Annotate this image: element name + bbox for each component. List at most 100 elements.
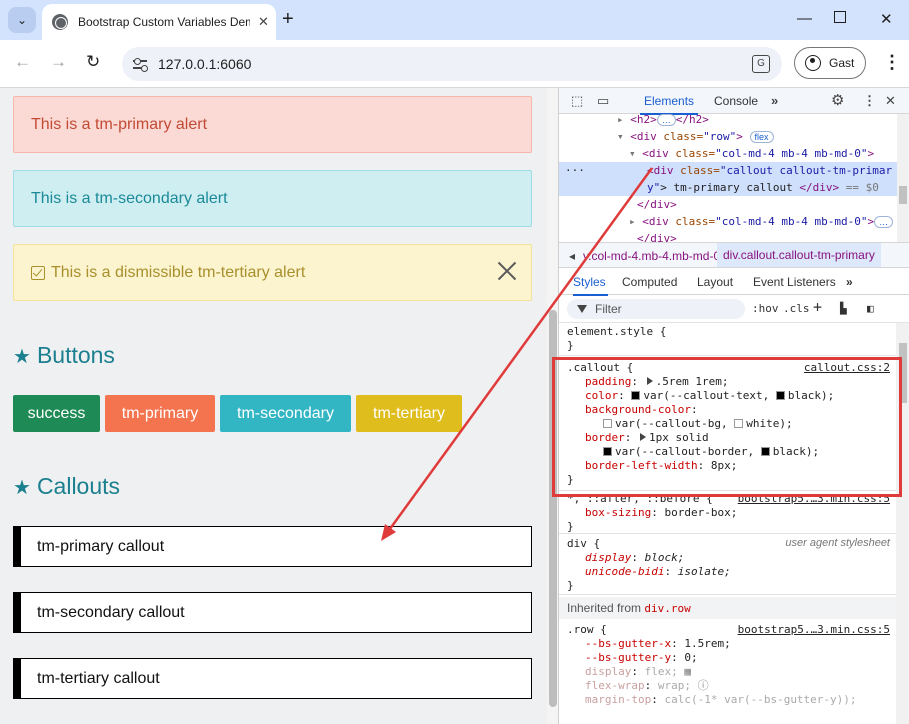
translate-icon[interactable]: G	[752, 55, 770, 73]
rule-callout: .callout { callout.css:2 padding: .5rem …	[559, 357, 896, 491]
styles-filter-input[interactable]: Filter	[567, 299, 745, 319]
site-info-icon[interactable]	[131, 56, 149, 72]
styles-filter-bar: Filter :hov .cls + ▙ ◧	[559, 295, 909, 323]
breadcrumb-item-col[interactable]: v.col-md-4.mb-4.mb-md-0	[583, 249, 720, 263]
flex-badge[interactable]: flex	[749, 131, 774, 143]
styles-pane: element.style { } .callout { callout.css…	[559, 323, 896, 724]
tm-tertiary-button[interactable]: tm-tertiary	[356, 395, 462, 432]
color-swatch[interactable]	[603, 419, 612, 428]
success-button[interactable]: success	[13, 395, 100, 432]
star-icon: ★	[13, 346, 31, 368]
dom-ellipsis[interactable]: ···	[565, 162, 585, 179]
maximize-icon[interactable]	[834, 11, 846, 23]
devtools-toolbar: ⬚ ▭ Elements Console » ⚙ ⋮ ✕	[559, 88, 909, 115]
more-tabs-icon[interactable]: »	[771, 93, 778, 108]
more-subtabs-icon[interactable]: »	[846, 275, 853, 289]
breadcrumb-scroll-left-icon[interactable]: ◂	[569, 249, 575, 263]
alert-tm-primary: This is a tm-primary alert	[13, 96, 532, 153]
rule-element-style: element.style { }	[559, 323, 896, 356]
flexbox-editor-icon[interactable]: ▦	[684, 665, 691, 678]
paint-brush-icon[interactable]: ▙	[840, 302, 847, 315]
tab-computed[interactable]: Computed	[622, 275, 677, 289]
tab-layout[interactable]: Layout	[697, 275, 733, 289]
window-close-icon[interactable]: ✕	[880, 10, 893, 28]
minimize-icon[interactable]: —	[797, 10, 812, 27]
rule-universal: *, ::after, ::before { bootstrap5.…3.min…	[559, 492, 896, 534]
tm-primary-button[interactable]: tm-primary	[105, 395, 215, 432]
chevron-down-icon: ⌄	[16, 13, 28, 27]
tab-search-button[interactable]: ⌄	[8, 7, 36, 33]
tab-elements[interactable]: Elements	[639, 94, 699, 115]
devtools-panel: ⬚ ▭ Elements Console » ⚙ ⋮ ✕ ▸ <h2>… </h2…	[558, 88, 909, 724]
rule-div-user-agent: div { user agent stylesheet display: blo…	[559, 535, 896, 595]
tab-strip: ⌄ Bootstrap Custom Variables Demo ✕ + — …	[0, 0, 909, 40]
alert-close-icon[interactable]	[497, 261, 517, 281]
expand-triangle-icon[interactable]	[646, 377, 653, 385]
expand-triangle-icon[interactable]	[640, 433, 646, 441]
breadcrumb: ◂ v.col-md-4.mb-4.mb-md-0 div.callout.ca…	[559, 242, 909, 268]
color-swatch[interactable]	[760, 447, 770, 456]
device-toolbar-icon[interactable]: ▭	[597, 93, 609, 109]
alert-text: This is a tm-secondary alert	[31, 189, 228, 207]
rule-row: .row { bootstrap5.…3.min.css:5 --bs-gutt…	[567, 623, 890, 706]
url-text[interactable]: 127.0.0.1:6060	[158, 56, 251, 72]
check-square-icon	[31, 265, 45, 280]
dom-scrollbar-thumb[interactable]	[899, 186, 907, 204]
bootstrap-source-link[interactable]: bootstrap5.…3.min.css:5	[738, 492, 890, 505]
tab-event-listeners[interactable]: Event Listeners	[753, 275, 836, 289]
color-swatch[interactable]	[775, 391, 785, 400]
toggle-sidebar-icon[interactable]: ◧	[867, 302, 874, 315]
color-swatch[interactable]	[603, 447, 612, 456]
styles-scrollbar-thumb[interactable]	[899, 343, 907, 403]
callouts-heading: ★ Callouts	[13, 473, 121, 499]
page-scrollbar-thumb[interactable]	[549, 310, 557, 707]
new-rule-icon[interactable]: +	[813, 298, 822, 316]
inherited-from-row: Inherited from div.row	[559, 597, 896, 619]
dom-tree: ▸ <h2>… </h2> ▾ <div class="row"> flex ▾ …	[559, 111, 909, 245]
dom-node-row[interactable]: ▾ <div class="row"> flex	[617, 128, 774, 145]
breadcrumb-item-callout[interactable]: div.callout.callout-tm-primary	[717, 243, 881, 267]
profile-label: Gast	[829, 56, 855, 70]
buttons-heading: ★ Buttons	[13, 342, 115, 368]
dom-node-col[interactable]: ▾ <div class="col-md-4 mb-4 mb-md-0">	[629, 145, 874, 162]
reload-icon[interactable]: ↻	[86, 52, 100, 72]
ellipsis-badge[interactable]: …	[656, 114, 676, 126]
bootstrap-source-link-row[interactable]: bootstrap5.…3.min.css:5	[738, 623, 890, 636]
info-icon[interactable]: ⓘ	[698, 679, 709, 692]
more-menu-icon[interactable]: ⋮	[883, 52, 901, 73]
inspect-element-icon[interactable]: ⬚	[571, 93, 583, 109]
alert-text: This is a tm-primary alert	[31, 115, 208, 133]
callout-css-source-link[interactable]: callout.css:2	[804, 361, 890, 374]
inherited-element-link[interactable]: div.row	[644, 602, 690, 615]
tab-console[interactable]: Console	[714, 94, 758, 108]
person-icon	[805, 55, 821, 71]
cls-toggle[interactable]: .cls	[783, 302, 810, 315]
new-tab-button[interactable]: +	[282, 8, 294, 31]
dom-node-callout-line2: y"> tm-primary callout </div> == $0	[647, 181, 879, 194]
dom-node-h2[interactable]: ▸ <h2>… </h2>	[617, 111, 709, 128]
user-agent-source: user agent stylesheet	[785, 537, 890, 549]
tab-title: Bootstrap Custom Variables Demo	[78, 15, 250, 29]
back-arrow-icon[interactable]: ←	[14, 52, 31, 72]
dom-node-col-2[interactable]: ▸ <div class="col-md-4 mb-4 mb-md-0">…	[629, 213, 894, 230]
color-swatch[interactable]	[631, 391, 641, 400]
dom-scrollbar[interactable]	[897, 114, 909, 242]
forward-arrow-icon[interactable]: →	[50, 52, 67, 72]
profile-button[interactable]: Gast	[794, 47, 866, 79]
star-icon: ★	[13, 477, 31, 499]
tab-close-icon[interactable]: ✕	[258, 14, 269, 30]
address-bar[interactable]: 127.0.0.1:6060 G	[122, 47, 782, 81]
devtools-close-icon[interactable]: ✕	[885, 93, 896, 109]
color-swatch[interactable]	[734, 419, 744, 428]
tm-secondary-button[interactable]: tm-secondary	[220, 395, 351, 432]
dom-close-div: </div>	[637, 198, 677, 211]
globe-icon	[52, 14, 68, 30]
browser-tab[interactable]: Bootstrap Custom Variables Demo ✕	[42, 4, 276, 40]
devtools-menu-icon[interactable]: ⋮	[863, 93, 876, 109]
hov-toggle[interactable]: :hov	[752, 302, 779, 315]
filter-icon	[577, 305, 587, 313]
callout-tm-primary: tm-primary callout	[13, 526, 532, 567]
tab-styles[interactable]: Styles	[573, 275, 608, 296]
alert-tm-secondary: This is a tm-secondary alert	[13, 170, 532, 227]
settings-gear-icon[interactable]: ⚙	[831, 91, 844, 109]
